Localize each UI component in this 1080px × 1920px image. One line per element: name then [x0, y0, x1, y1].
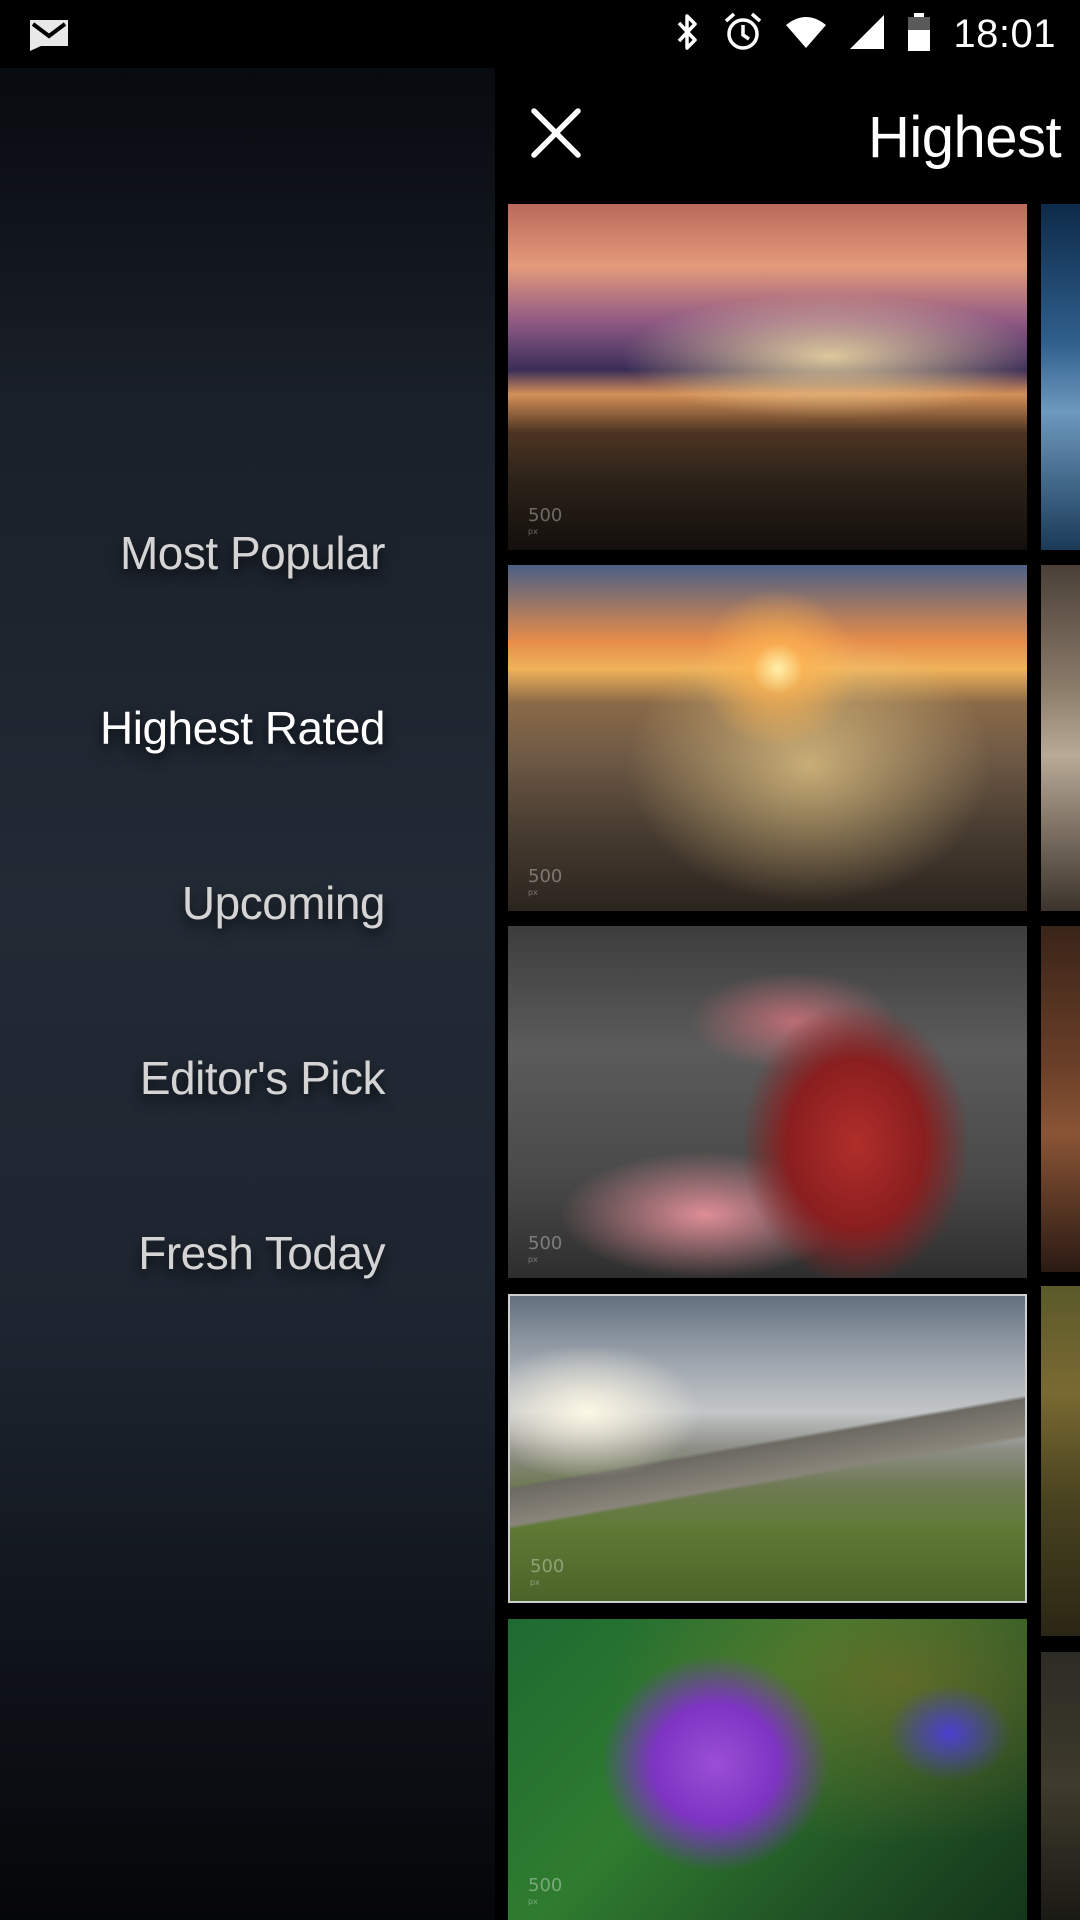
photo-woman-flower-dress[interactable]: 500 px [508, 926, 1027, 1278]
watermark: 500 px [528, 1233, 563, 1264]
photo-partial-ocean[interactable] [1041, 204, 1080, 550]
photo-city-skyline[interactable]: 500 px [508, 204, 1027, 550]
photo-partial-wood[interactable] [1041, 926, 1080, 1272]
drawer-item-upcoming[interactable]: Upcoming [182, 876, 386, 930]
photo-mountain-valley[interactable]: 500 px [508, 1294, 1027, 1603]
drawer-item-highest-rated[interactable]: Highest Rated [100, 701, 386, 755]
watermark: 500 px [528, 866, 563, 897]
close-icon [531, 108, 581, 158]
bluetooth-icon [675, 12, 701, 57]
clock-time: 18:01 [953, 11, 1056, 56]
drawer-item-editors-pick[interactable]: Editor's Pick [140, 1051, 386, 1105]
wifi-icon [785, 15, 827, 54]
photo-partial-rocks[interactable] [1041, 565, 1080, 911]
app-bar: Highest Rated [495, 68, 1080, 203]
photo-purple-flower[interactable]: 500 px [508, 1619, 1027, 1920]
photo-partial-forest[interactable] [1041, 1286, 1080, 1636]
navigation-drawer: Most Popular Highest Rated Upcoming Edit… [0, 68, 495, 1920]
close-button[interactable] [525, 102, 587, 164]
battery-icon [907, 12, 931, 57]
drawer-item-fresh-today[interactable]: Fresh Today [138, 1226, 385, 1280]
drawer-item-most-popular[interactable]: Most Popular [120, 526, 386, 580]
cellular-signal-icon [849, 14, 885, 55]
watermark: 500 px [528, 505, 563, 536]
page-title: Highest Rated [868, 105, 1080, 170]
photo-partial-dark[interactable] [1041, 1652, 1080, 1920]
photo-rocky-coast-sunset[interactable]: 500 px [508, 565, 1027, 911]
watermark: 500 px [530, 1556, 565, 1587]
alarm-icon [723, 11, 763, 58]
status-bar: 18:01 [0, 0, 1080, 68]
watermark: 500 px [528, 1875, 563, 1906]
gmail-notification-icon [28, 16, 70, 57]
photo-feed-panel: Highest Rated 500px 500px 500px 500px 50… [495, 68, 1080, 1920]
